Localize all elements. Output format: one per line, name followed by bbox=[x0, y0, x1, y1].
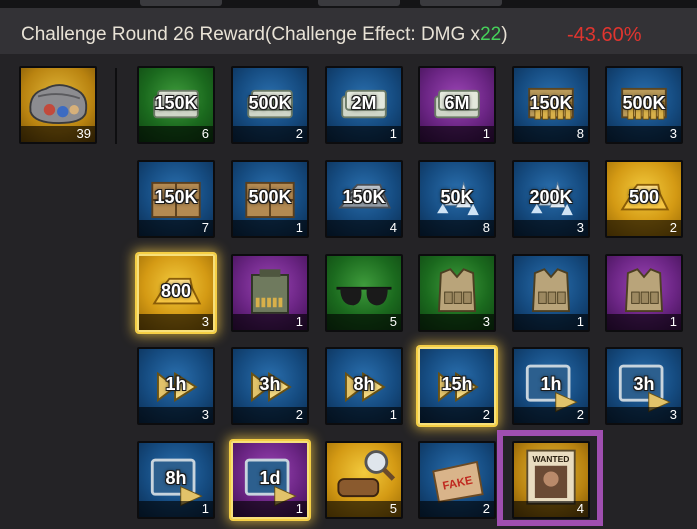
reward-tile[interactable]: 3 bbox=[418, 254, 496, 332]
reward-header: Challenge Round 26 Reward(Challenge Effe… bbox=[0, 8, 697, 54]
reward-tile[interactable]: 5 bbox=[325, 254, 403, 332]
reward-amount: 50K bbox=[440, 187, 474, 207]
reward-amount: 500K bbox=[248, 187, 292, 207]
selection-frame bbox=[497, 430, 603, 526]
reward-amount: 500K bbox=[622, 93, 666, 113]
item-count: 2 bbox=[514, 407, 588, 423]
reward-amount: 8h bbox=[353, 374, 375, 394]
reward-tile[interactable]: 1d 1 bbox=[231, 441, 309, 519]
item-count: 2 bbox=[233, 407, 307, 423]
reward-tile[interactable]: 200K 3 bbox=[512, 160, 590, 238]
top-strip bbox=[0, 0, 697, 8]
reward-amount: 3h bbox=[259, 374, 281, 394]
item-count: 7 bbox=[139, 220, 213, 236]
item-count: 8 bbox=[514, 126, 588, 142]
reward-tile[interactable]: 5 bbox=[325, 441, 403, 519]
item-count: 3 bbox=[514, 220, 588, 236]
reward-amount: 200K bbox=[529, 187, 573, 207]
reward-tile[interactable]: 1h 3 bbox=[137, 347, 215, 425]
reward-amount: 2M bbox=[351, 93, 377, 113]
item-count: 1 bbox=[420, 126, 494, 142]
reward-tile[interactable]: 6M 1 bbox=[418, 66, 496, 144]
reward-tile[interactable]: 150K 7 bbox=[137, 160, 215, 238]
loot-chest-tile[interactable]: 39 bbox=[19, 66, 97, 144]
reward-tile[interactable]: 2M 1 bbox=[325, 66, 403, 144]
reward-tile[interactable]: 1 bbox=[512, 254, 590, 332]
reward-amount: 3h bbox=[633, 374, 655, 394]
item-count: 4 bbox=[327, 220, 401, 236]
item-count: 1 bbox=[233, 314, 307, 330]
dmg-multiplier: 22 bbox=[480, 24, 502, 45]
item-count: 1 bbox=[233, 220, 307, 236]
item-count: 6 bbox=[139, 126, 213, 142]
tab-edge bbox=[318, 0, 400, 6]
item-count: 1 bbox=[607, 314, 681, 330]
reward-amount: 1h bbox=[540, 374, 562, 394]
item-count: 8 bbox=[420, 220, 494, 236]
reward-amount: 6M bbox=[444, 93, 470, 113]
reward-amount: 15h bbox=[441, 374, 473, 394]
reward-tile[interactable]: 800 3 bbox=[137, 254, 215, 332]
item-count: 3 bbox=[607, 407, 681, 423]
reward-amount: 1h bbox=[165, 374, 187, 394]
item-count: 1 bbox=[514, 314, 588, 330]
reward-title: Challenge Round 26 Reward(Challenge Effe… bbox=[21, 24, 508, 45]
reward-tile[interactable]: FAKE 2 bbox=[418, 441, 496, 519]
reward-tile[interactable]: 150K 4 bbox=[325, 160, 403, 238]
item-count: 5 bbox=[327, 501, 401, 517]
reward-tile[interactable]: 50K 8 bbox=[418, 160, 496, 238]
reward-amount: 8h bbox=[165, 468, 187, 488]
item-count: 2 bbox=[233, 126, 307, 142]
reward-tile[interactable]: 1h 2 bbox=[512, 347, 590, 425]
item-count: 2 bbox=[420, 501, 494, 517]
item-count: 3 bbox=[139, 407, 213, 423]
reward-tile[interactable]: 500K 2 bbox=[231, 66, 309, 144]
damage-percent: -43.60% bbox=[567, 24, 642, 46]
reward-tile[interactable]: 15h 2 bbox=[418, 347, 496, 425]
reward-amount: 500 bbox=[628, 187, 660, 207]
reward-tile[interactable]: 8h 1 bbox=[325, 347, 403, 425]
reward-tile[interactable]: 1 bbox=[605, 254, 683, 332]
item-count: 1 bbox=[327, 126, 401, 142]
reward-tile[interactable]: 150K 6 bbox=[137, 66, 215, 144]
item-count: 39 bbox=[21, 126, 95, 142]
reward-amount: 150K bbox=[342, 187, 386, 207]
reward-tile[interactable]: 1 bbox=[231, 254, 309, 332]
tab-edge bbox=[140, 0, 222, 6]
reward-amount: 500K bbox=[248, 93, 292, 113]
reward-amount: 800 bbox=[160, 281, 192, 301]
reward-tile[interactable]: 3h 3 bbox=[605, 347, 683, 425]
item-count: 3 bbox=[139, 314, 213, 330]
reward-tile[interactable]: 500K 3 bbox=[605, 66, 683, 144]
reward-amount: 150K bbox=[154, 93, 198, 113]
reward-tile[interactable]: 500K 1 bbox=[231, 160, 309, 238]
tab-edge bbox=[420, 0, 502, 6]
reward-amount: 1d bbox=[259, 468, 281, 488]
reward-tile[interactable]: 500 2 bbox=[605, 160, 683, 238]
reward-tile[interactable]: 8h 1 bbox=[137, 441, 215, 519]
item-count: 2 bbox=[607, 220, 681, 236]
reward-tile[interactable]: 3h 2 bbox=[231, 347, 309, 425]
divider bbox=[115, 68, 117, 144]
item-count: 5 bbox=[327, 314, 401, 330]
item-count: 1 bbox=[139, 501, 213, 517]
reward-tile[interactable]: 150K 8 bbox=[512, 66, 590, 144]
reward-amount: 150K bbox=[154, 187, 198, 207]
item-count: 2 bbox=[420, 407, 494, 423]
item-count: 1 bbox=[327, 407, 401, 423]
item-count: 3 bbox=[607, 126, 681, 142]
item-count: 1 bbox=[233, 501, 307, 517]
item-count: 3 bbox=[420, 314, 494, 330]
reward-amount: 150K bbox=[529, 93, 573, 113]
